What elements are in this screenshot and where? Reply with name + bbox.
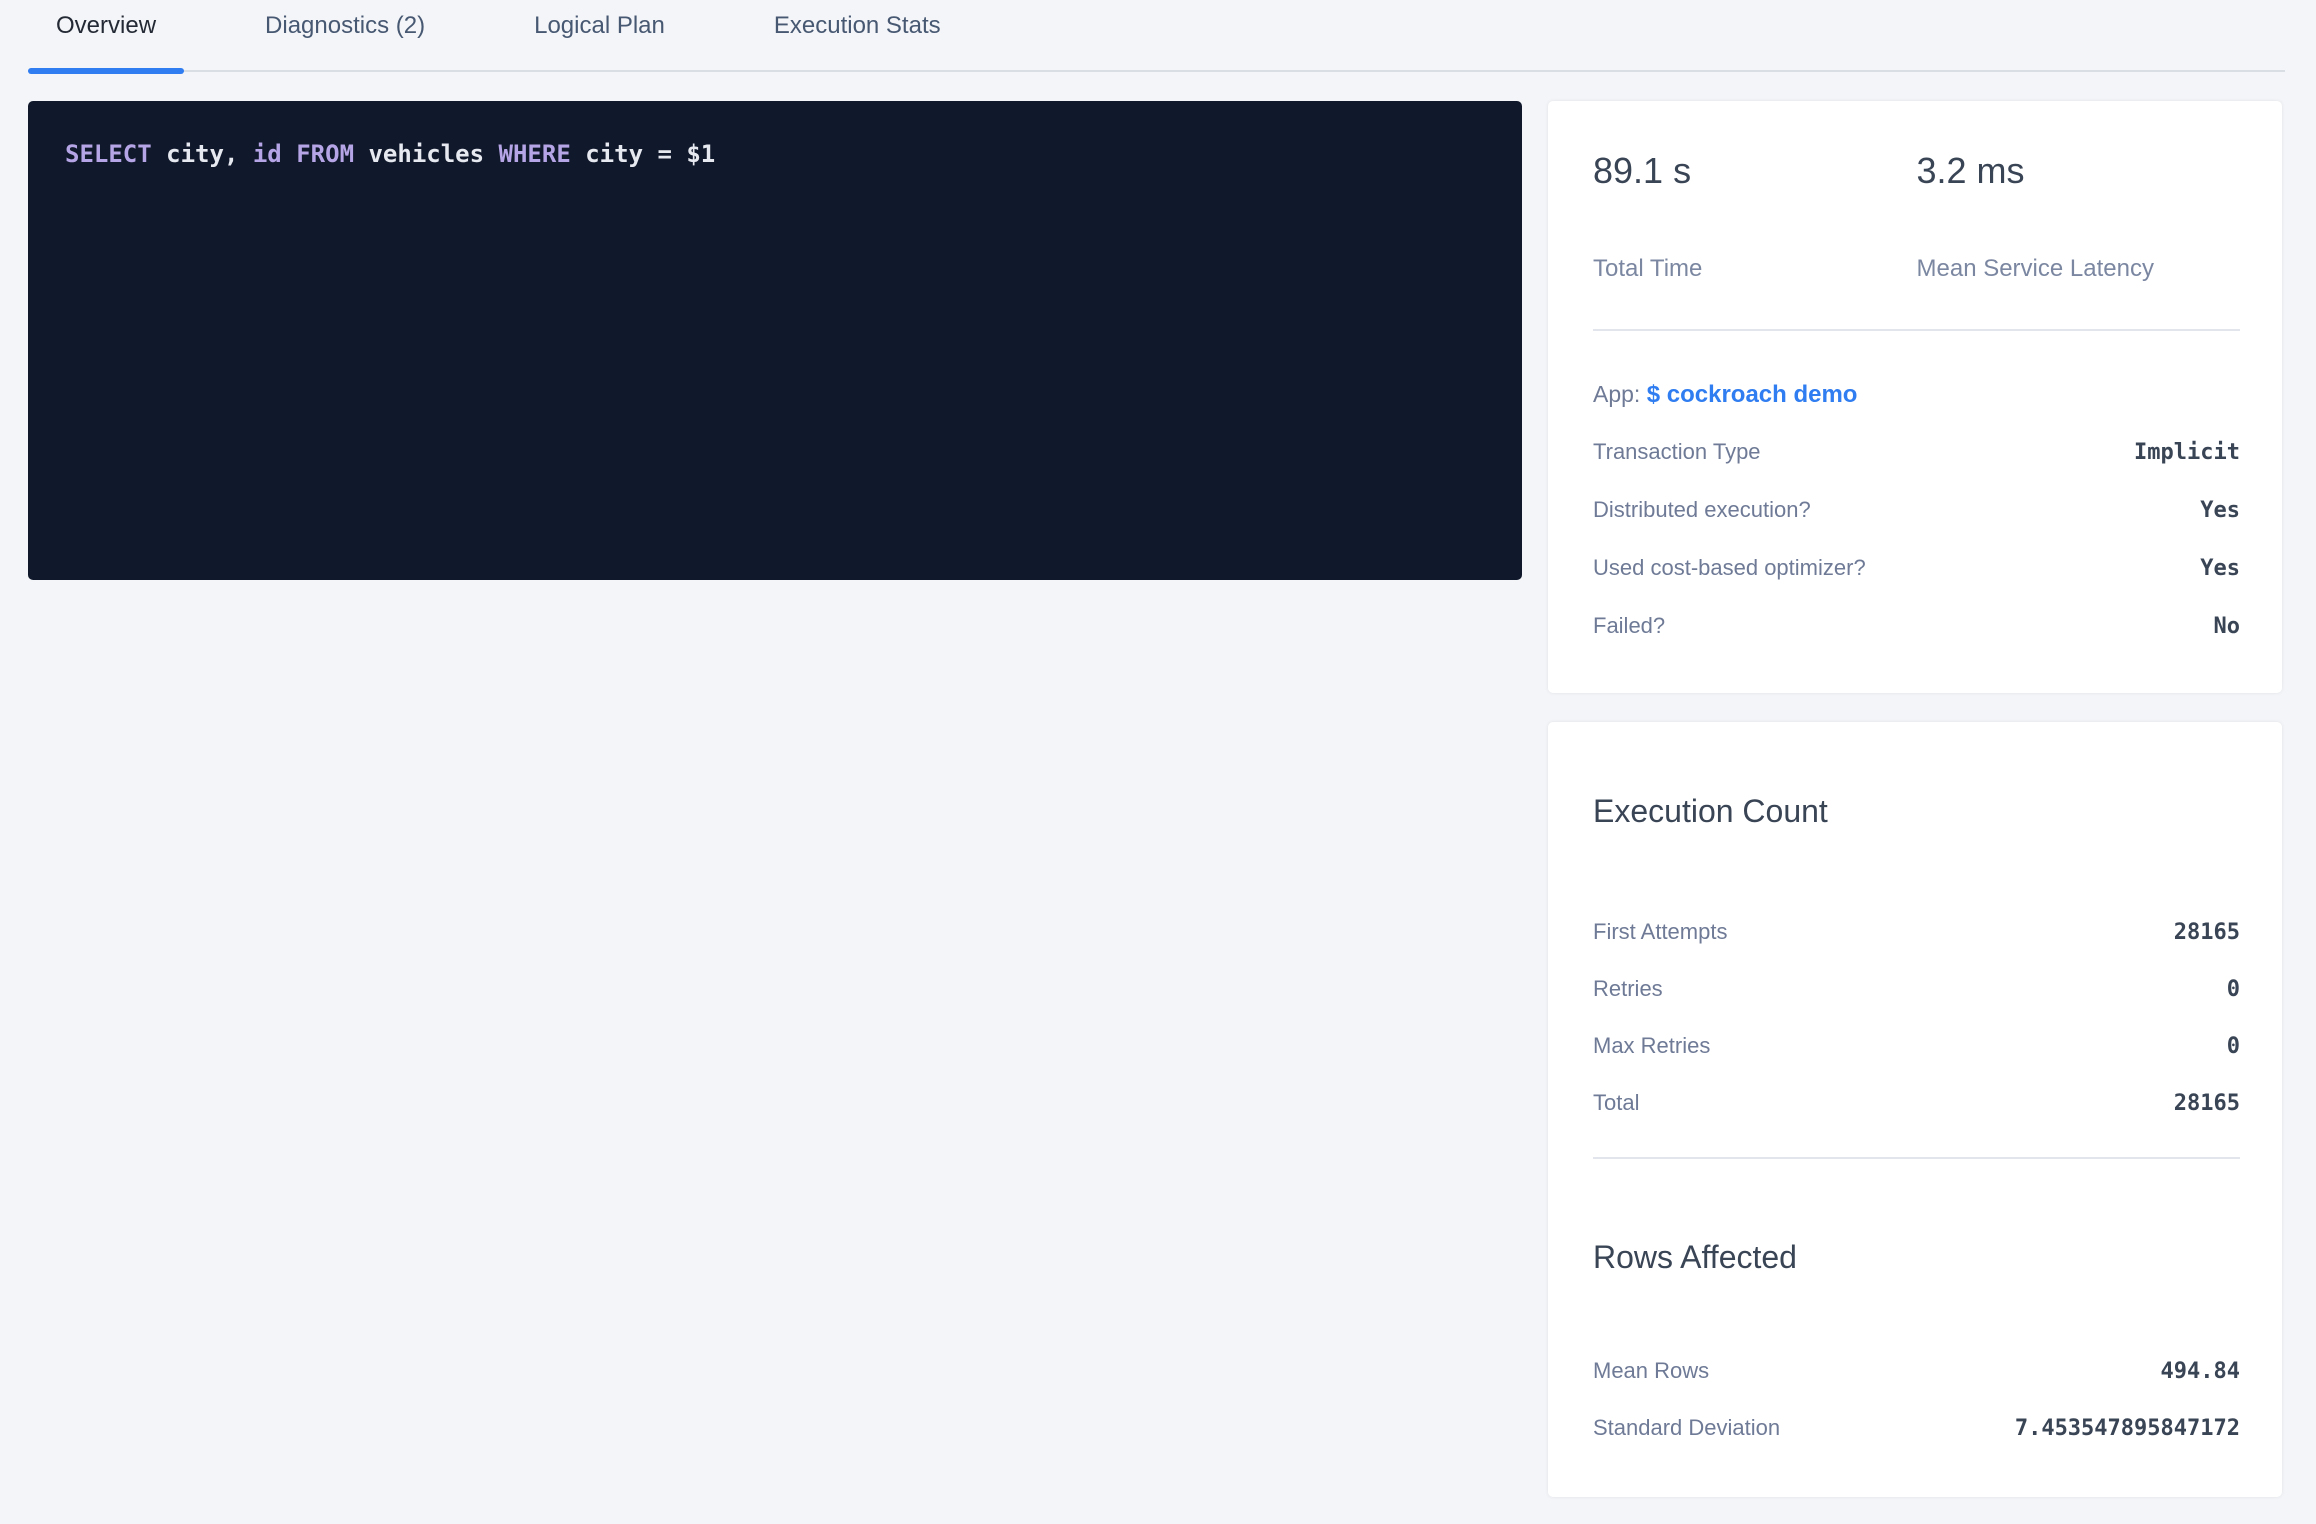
tab-bar: Overview Diagnostics (2) Logical Plan Ex… bbox=[28, 0, 2285, 72]
row-value: 28165 bbox=[2174, 918, 2240, 948]
sql-token: city, bbox=[152, 140, 253, 168]
rows-affected-title: Rows Affected bbox=[1593, 1236, 2240, 1278]
row-mean-rows: Mean Rows 494.84 bbox=[1593, 1356, 2240, 1387]
row-label: Retries bbox=[1593, 974, 1663, 1004]
tab-diagnostics[interactable]: Diagnostics (2) bbox=[237, 0, 453, 71]
app-row: App: $ cockroach demo bbox=[1593, 379, 2240, 410]
active-tab-indicator bbox=[28, 68, 184, 74]
sql-statement: SELECT city, id FROM vehicles WHERE city… bbox=[65, 140, 715, 168]
row-failed: Failed? No bbox=[1593, 611, 2240, 642]
tab-overview[interactable]: Overview bbox=[28, 0, 184, 71]
statement-summary-column: 89.1 s Total Time 3.2 ms Mean Service La… bbox=[1548, 101, 2282, 1497]
row-value: 28165 bbox=[2174, 1089, 2240, 1119]
stat-mean-service-latency: 3.2 ms Mean Service Latency bbox=[1917, 149, 2241, 284]
row-distributed-execution: Distributed execution? Yes bbox=[1593, 495, 2240, 526]
row-standard-deviation: Standard Deviation 7.453547895847172 bbox=[1593, 1413, 2240, 1444]
row-value: 0 bbox=[2227, 1032, 2240, 1062]
execution-count-title: Execution Count bbox=[1593, 790, 2240, 832]
stat-total-time: 89.1 s Total Time bbox=[1593, 149, 1917, 284]
row-retries: Retries 0 bbox=[1593, 974, 2240, 1005]
row-value: 7.453547895847172 bbox=[2015, 1414, 2240, 1444]
mean-service-latency-value: 3.2 ms bbox=[1917, 149, 2241, 193]
row-label: Total bbox=[1593, 1088, 1639, 1118]
row-label: First Attempts bbox=[1593, 917, 1727, 947]
row-label: Mean Rows bbox=[1593, 1356, 1709, 1386]
row-value: 0 bbox=[2227, 975, 2240, 1005]
row-label: Standard Deviation bbox=[1593, 1413, 1780, 1443]
row-max-retries: Max Retries 0 bbox=[1593, 1031, 2240, 1062]
summary-card: 89.1 s Total Time 3.2 ms Mean Service La… bbox=[1548, 101, 2282, 693]
tab-execution-stats[interactable]: Execution Stats bbox=[746, 0, 969, 71]
details-divider bbox=[1593, 1157, 2240, 1159]
row-value: Implicit bbox=[2134, 438, 2240, 468]
summary-stats: 89.1 s Total Time 3.2 ms Mean Service La… bbox=[1593, 101, 2240, 284]
sql-token: vehicles bbox=[354, 140, 499, 168]
tab-logical-plan[interactable]: Logical Plan bbox=[506, 0, 693, 71]
row-label: Max Retries bbox=[1593, 1031, 1710, 1061]
tab-diagnostics-label: Diagnostics (2) bbox=[265, 12, 425, 40]
row-first-attempts: First Attempts 28165 bbox=[1593, 917, 2240, 948]
row-label: Transaction Type bbox=[1593, 437, 1761, 467]
rows-affected-rows: Mean Rows 494.84 Standard Deviation 7.45… bbox=[1593, 1356, 2240, 1444]
tab-overview-label: Overview bbox=[56, 12, 156, 40]
app-link[interactable]: $ cockroach demo bbox=[1647, 381, 1858, 408]
row-value: Yes bbox=[2200, 496, 2240, 526]
sql-token: WHERE bbox=[499, 140, 571, 168]
sql-token: city = $1 bbox=[571, 140, 716, 168]
sql-token: id bbox=[253, 140, 282, 168]
sql-token bbox=[282, 140, 296, 168]
execution-count-rows: First Attempts 28165 Retries 0 Max Retri… bbox=[1593, 917, 2240, 1119]
sql-token: FROM bbox=[296, 140, 354, 168]
tab-execution-stats-label: Execution Stats bbox=[774, 12, 941, 40]
row-used-cost-based-optimizer: Used cost-based optimizer? Yes bbox=[1593, 553, 2240, 584]
app-label: App: bbox=[1593, 381, 1640, 407]
row-value: No bbox=[2214, 612, 2241, 642]
sql-statement-box: SELECT city, id FROM vehicles WHERE city… bbox=[28, 101, 1522, 580]
statement-overview-content: SELECT city, id FROM vehicles WHERE city… bbox=[0, 72, 2316, 1497]
row-transaction-type: Transaction Type Implicit bbox=[1593, 437, 2240, 468]
total-time-value: 89.1 s bbox=[1593, 149, 1917, 193]
sql-token: SELECT bbox=[65, 140, 152, 168]
row-value: 494.84 bbox=[2161, 1357, 2240, 1387]
mean-service-latency-label: Mean Service Latency bbox=[1917, 254, 2241, 284]
row-value: Yes bbox=[2200, 554, 2240, 584]
execution-details-card: Execution Count First Attempts 28165 Ret… bbox=[1548, 722, 2282, 1497]
row-total: Total 28165 bbox=[1593, 1088, 2240, 1119]
total-time-label: Total Time bbox=[1593, 254, 1917, 284]
summary-divider bbox=[1593, 329, 2240, 331]
row-label: Used cost-based optimizer? bbox=[1593, 553, 1866, 583]
row-label: Distributed execution? bbox=[1593, 495, 1811, 525]
tab-logical-plan-label: Logical Plan bbox=[534, 12, 665, 40]
row-label: Failed? bbox=[1593, 611, 1665, 641]
